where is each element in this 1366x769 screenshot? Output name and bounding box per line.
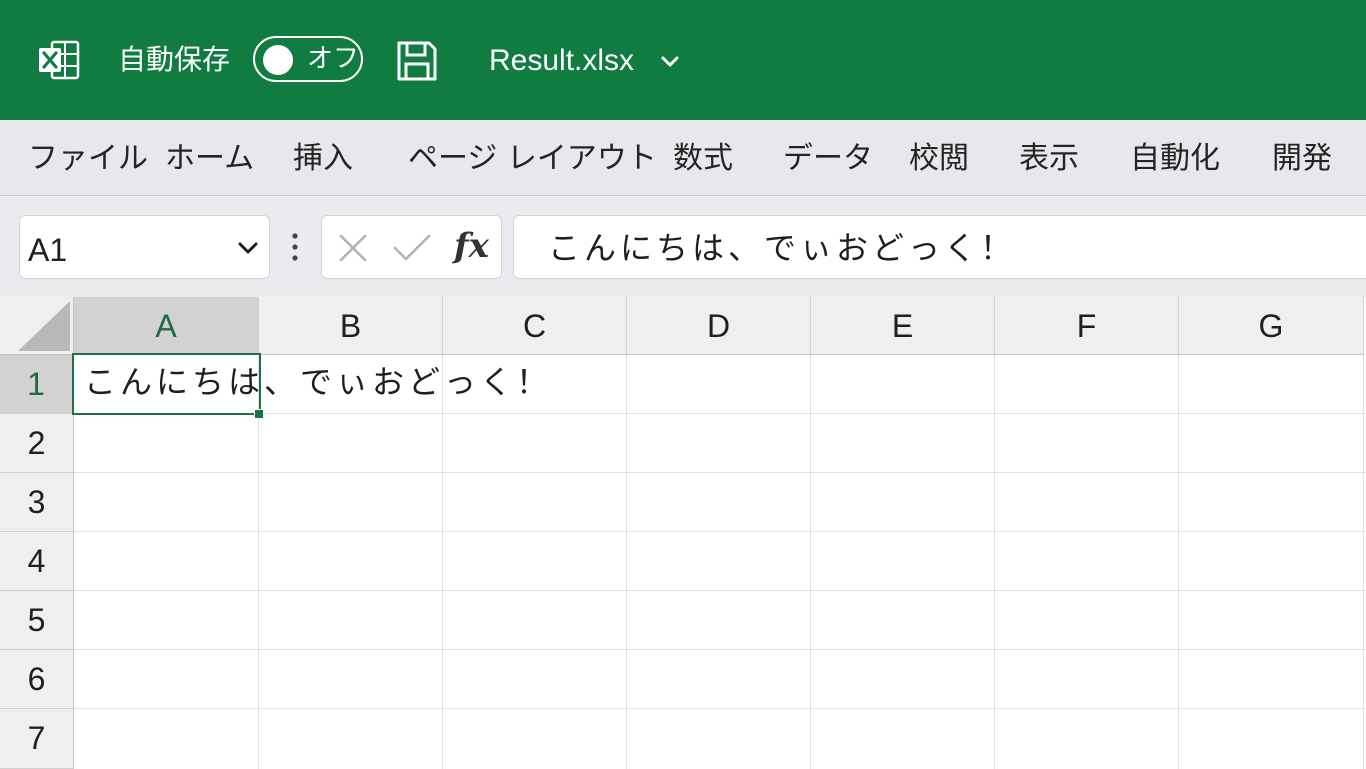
tab-insert[interactable]: 挿入 bbox=[293, 140, 353, 178]
gridline bbox=[994, 355, 995, 769]
row-header-4[interactable]: 4 bbox=[0, 532, 74, 591]
row-header-2[interactable]: 2 bbox=[0, 414, 74, 473]
name-box[interactable]: A1 bbox=[19, 215, 270, 279]
tab-automate[interactable]: 自動化 bbox=[1130, 140, 1220, 178]
formula-content[interactable]: こんにちは、でぃおどっく！ bbox=[548, 228, 1016, 268]
row-header-5[interactable]: 5 bbox=[0, 591, 74, 650]
column-header-e[interactable]: E bbox=[811, 297, 995, 355]
select-all-triangle-icon bbox=[18, 301, 70, 351]
column-header-c[interactable]: C bbox=[443, 297, 627, 355]
gridline bbox=[1363, 355, 1364, 769]
file-name[interactable]: Result.xlsx bbox=[489, 42, 634, 80]
gridline bbox=[74, 649, 1366, 650]
column-header-a[interactable]: A bbox=[74, 297, 259, 355]
formula-area: A1 fx こんにちは、でぃおどっく！ bbox=[0, 196, 1366, 297]
tab-data[interactable]: データ bbox=[783, 140, 873, 178]
gridline bbox=[442, 355, 443, 769]
autosave-label: 自動保存 bbox=[118, 43, 231, 76]
excel-icon[interactable] bbox=[38, 40, 80, 80]
toggle-knob bbox=[263, 45, 293, 75]
name-box-value[interactable]: A1 bbox=[28, 230, 67, 270]
gridline bbox=[74, 590, 1366, 591]
gridline bbox=[74, 708, 1366, 709]
ribbon-tabs: ファイル ホーム 挿入 ページ レイアウト 数式 データ 校閲 表示 自動化 開… bbox=[0, 120, 1366, 196]
chevron-down-icon[interactable] bbox=[660, 52, 680, 72]
fill-handle[interactable] bbox=[254, 409, 264, 419]
row-header-6[interactable]: 6 bbox=[0, 650, 74, 709]
gridline bbox=[74, 413, 1366, 414]
tab-file[interactable]: ファイル bbox=[28, 140, 148, 178]
tab-review[interactable]: 校閲 bbox=[909, 140, 969, 178]
tab-view[interactable]: 表示 bbox=[1019, 140, 1079, 178]
worksheet-grid: A B C D E F G 1 2 3 4 5 6 7 こんにちは、でぃおどっく… bbox=[0, 297, 1366, 769]
tab-developer[interactable]: 開発 bbox=[1272, 140, 1332, 178]
column-header-f[interactable]: F bbox=[995, 297, 1179, 355]
gridline bbox=[810, 355, 811, 769]
toggle-state-label: オフ bbox=[307, 44, 360, 74]
gridline bbox=[626, 355, 627, 769]
formula-actions: fx bbox=[321, 215, 502, 279]
column-header-d[interactable]: D bbox=[627, 297, 811, 355]
more-vertical-icon[interactable] bbox=[290, 232, 300, 262]
tab-formulas[interactable]: 数式 bbox=[673, 140, 733, 178]
select-all-button[interactable] bbox=[0, 297, 74, 355]
tab-page-layout[interactable]: ページ レイアウト bbox=[408, 140, 657, 178]
row-header-1[interactable]: 1 bbox=[0, 355, 74, 414]
row-header-3[interactable]: 3 bbox=[0, 473, 74, 532]
check-icon[interactable] bbox=[392, 233, 432, 263]
function-icon[interactable]: fx bbox=[454, 224, 489, 268]
tab-home[interactable]: ホーム bbox=[165, 140, 254, 178]
chevron-down-icon[interactable] bbox=[237, 240, 259, 256]
title-bar: 自動保存 オフ Result.xlsx bbox=[0, 0, 1366, 120]
column-header-g[interactable]: G bbox=[1179, 297, 1364, 355]
formula-bar[interactable]: こんにちは、でぃおどっく！ bbox=[513, 215, 1366, 279]
gridline bbox=[74, 531, 1366, 532]
gridline bbox=[1178, 355, 1179, 769]
column-header-b[interactable]: B bbox=[259, 297, 443, 355]
save-icon[interactable] bbox=[396, 40, 438, 82]
autosave-toggle[interactable]: オフ bbox=[253, 36, 363, 82]
cancel-icon[interactable] bbox=[338, 233, 368, 263]
row-header-7[interactable]: 7 bbox=[0, 709, 74, 769]
gridline bbox=[74, 472, 1366, 473]
active-cell-a1[interactable] bbox=[72, 353, 261, 415]
